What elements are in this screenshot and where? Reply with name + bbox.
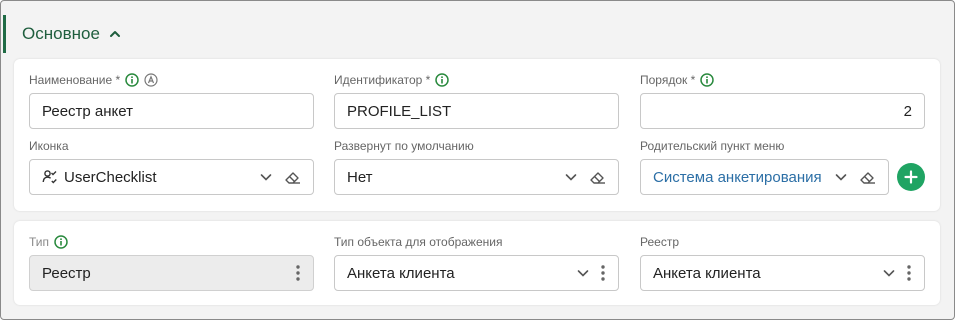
info-icon[interactable] [435, 73, 450, 87]
eraser-icon[interactable] [283, 169, 301, 185]
parent-label-row: Родительский пункт меню [640, 139, 784, 153]
identifier-input[interactable]: PROFILE_LIST [334, 93, 619, 129]
type-field: Тип Реестр [29, 235, 314, 293]
type-select[interactable]: Реестр [29, 255, 314, 291]
chevron-up-icon[interactable] [108, 27, 122, 41]
expanded-label-row: Развернут по умолчанию [334, 139, 474, 153]
kebab-menu-icon[interactable] [906, 264, 912, 282]
chevron-down-icon[interactable] [576, 266, 590, 280]
name-label-row: Наименование * [29, 73, 158, 87]
eraser-icon[interactable] [588, 169, 606, 185]
identifier-value: PROFILE_LIST [347, 102, 452, 120]
object-type-field: Тип объекта для отображения Анкета клиен… [334, 235, 619, 293]
expanded-label: Развернут по умолчанию [334, 139, 474, 153]
chevron-down-icon[interactable] [259, 170, 273, 184]
order-input[interactable]: 2 [640, 93, 925, 129]
registry-label-row: Реестр [640, 235, 679, 249]
order-label-row: Порядок * [640, 73, 715, 87]
identifier-label: Идентификатор * [334, 73, 431, 87]
expanded-field: Развернут по умолчанию Нет [334, 139, 619, 197]
order-value: 2 [903, 102, 912, 120]
form-frame: Основное Наименование * Реестр анкет Иде… [0, 0, 955, 320]
order-label: Порядок * [640, 73, 696, 87]
registry-field: Реестр Анкета клиента [640, 235, 925, 293]
info-icon[interactable] [54, 235, 68, 249]
chevron-down-icon[interactable] [882, 266, 896, 280]
icon-label-row: Иконка [29, 139, 69, 153]
user-checklist-icon [42, 169, 58, 185]
parent-field: Родительский пункт меню Система анкетиро… [640, 139, 925, 197]
name-input[interactable]: Реестр анкет [29, 93, 314, 129]
icon-label: Иконка [29, 139, 69, 153]
type-label: Тип [29, 235, 50, 249]
section-header[interactable]: Основное [3, 15, 403, 53]
main-fields-card: Наименование * Реестр анкет Идентификато… [14, 59, 940, 211]
expanded-value: Нет [347, 168, 373, 186]
type-value: Реестр [42, 264, 91, 282]
auto-translate-icon[interactable] [144, 73, 158, 87]
parent-value[interactable]: Система анкетирования [653, 169, 834, 186]
kebab-menu-icon[interactable] [295, 264, 301, 282]
registry-value: Анкета клиента [653, 264, 761, 282]
type-label-row: Тип [29, 235, 68, 249]
icon-select[interactable]: UserChecklist [29, 159, 314, 195]
chevron-down-icon[interactable] [564, 170, 578, 184]
icon-field: Иконка UserChecklist [29, 139, 314, 197]
object-type-value: Анкета клиента [347, 264, 455, 282]
object-type-label: Тип объекта для отображения [334, 235, 503, 249]
expanded-select[interactable]: Нет [334, 159, 619, 195]
registry-select[interactable]: Анкета клиента [640, 255, 925, 291]
parent-select[interactable]: Система анкетирования [640, 159, 889, 195]
parent-label: Родительский пункт меню [640, 139, 785, 153]
name-field: Наименование * Реестр анкет [29, 73, 314, 131]
kebab-menu-icon[interactable] [600, 264, 606, 282]
object-type-label-row: Тип объекта для отображения [334, 235, 502, 249]
chevron-down-icon[interactable] [834, 170, 848, 184]
name-label: Наименование * [29, 73, 121, 87]
type-fields-card: Тип Реестр Тип объекта для отображения А… [14, 221, 940, 305]
object-type-select[interactable]: Анкета клиента [334, 255, 619, 291]
name-value: Реестр анкет [42, 102, 133, 120]
order-field: Порядок * 2 [640, 73, 925, 131]
icon-value: UserChecklist [64, 168, 157, 186]
info-icon[interactable] [125, 73, 139, 87]
plus-icon [903, 169, 919, 185]
info-icon[interactable] [700, 73, 715, 87]
identifier-label-row: Идентификатор * [334, 73, 450, 87]
identifier-field: Идентификатор * PROFILE_LIST [334, 73, 619, 131]
registry-label: Реестр [640, 235, 679, 249]
eraser-icon[interactable] [858, 169, 876, 185]
add-parent-button[interactable] [897, 163, 925, 191]
section-title: Основное [22, 24, 100, 43]
